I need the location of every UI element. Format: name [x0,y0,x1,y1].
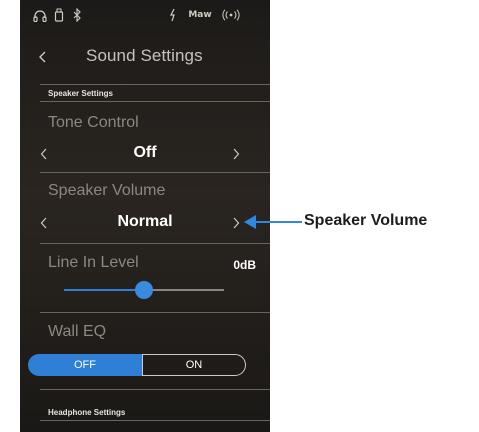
back-button[interactable] [32,46,54,68]
divider [40,312,270,313]
callout-label: Speaker Volume [304,212,428,229]
device-screen: Maw Sound Settings Speaker Settings Tone… [20,0,270,432]
divider [40,420,270,421]
chevron-right-icon [233,217,240,229]
wall-eq-on-button[interactable]: ON [142,354,246,376]
speaker-volume-label: Speaker Volume [48,182,166,199]
wall-eq-toggle: OFF ON [28,354,246,376]
tone-control-label: Tone Control [48,114,139,131]
page: Maw Sound Settings Speaker Settings Tone… [0,0,479,432]
status-bar: Maw [20,0,270,32]
divider [40,389,270,390]
line-in-level-slider[interactable] [64,281,224,299]
section-header-headphone-settings: Headphone Settings [48,408,126,417]
midi-icon: Maw [188,10,212,20]
chevron-right-icon [233,148,240,160]
nav-header: Sound Settings [20,38,270,78]
bluetooth-icon [72,8,82,22]
divider [40,172,270,173]
divider [40,101,270,102]
line-in-level-value: 0dB [233,258,256,272]
wall-eq-label: Wall EQ [48,323,107,340]
slider-thumb[interactable] [135,281,153,299]
wall-eq-off-button[interactable]: OFF [28,354,142,376]
divider [40,243,270,244]
section-header-speaker-settings: Speaker Settings [48,89,113,98]
tone-control-next-button[interactable] [226,144,246,164]
slider-fill [64,289,144,291]
tone-control-selector: Off [20,141,270,167]
speaker-volume-next-button[interactable] [226,213,246,233]
audio-file-icon [168,8,178,22]
divider [40,84,270,85]
callout-line [254,221,302,223]
headphones-icon [32,8,48,22]
chevron-left-icon [39,51,46,63]
page-title: Sound Settings [86,46,203,65]
line-in-level-label: Line In Level [48,254,139,271]
wireless-icon [222,8,240,22]
speaker-volume-selector: Normal [20,210,270,236]
usb-memory-icon [53,8,65,22]
